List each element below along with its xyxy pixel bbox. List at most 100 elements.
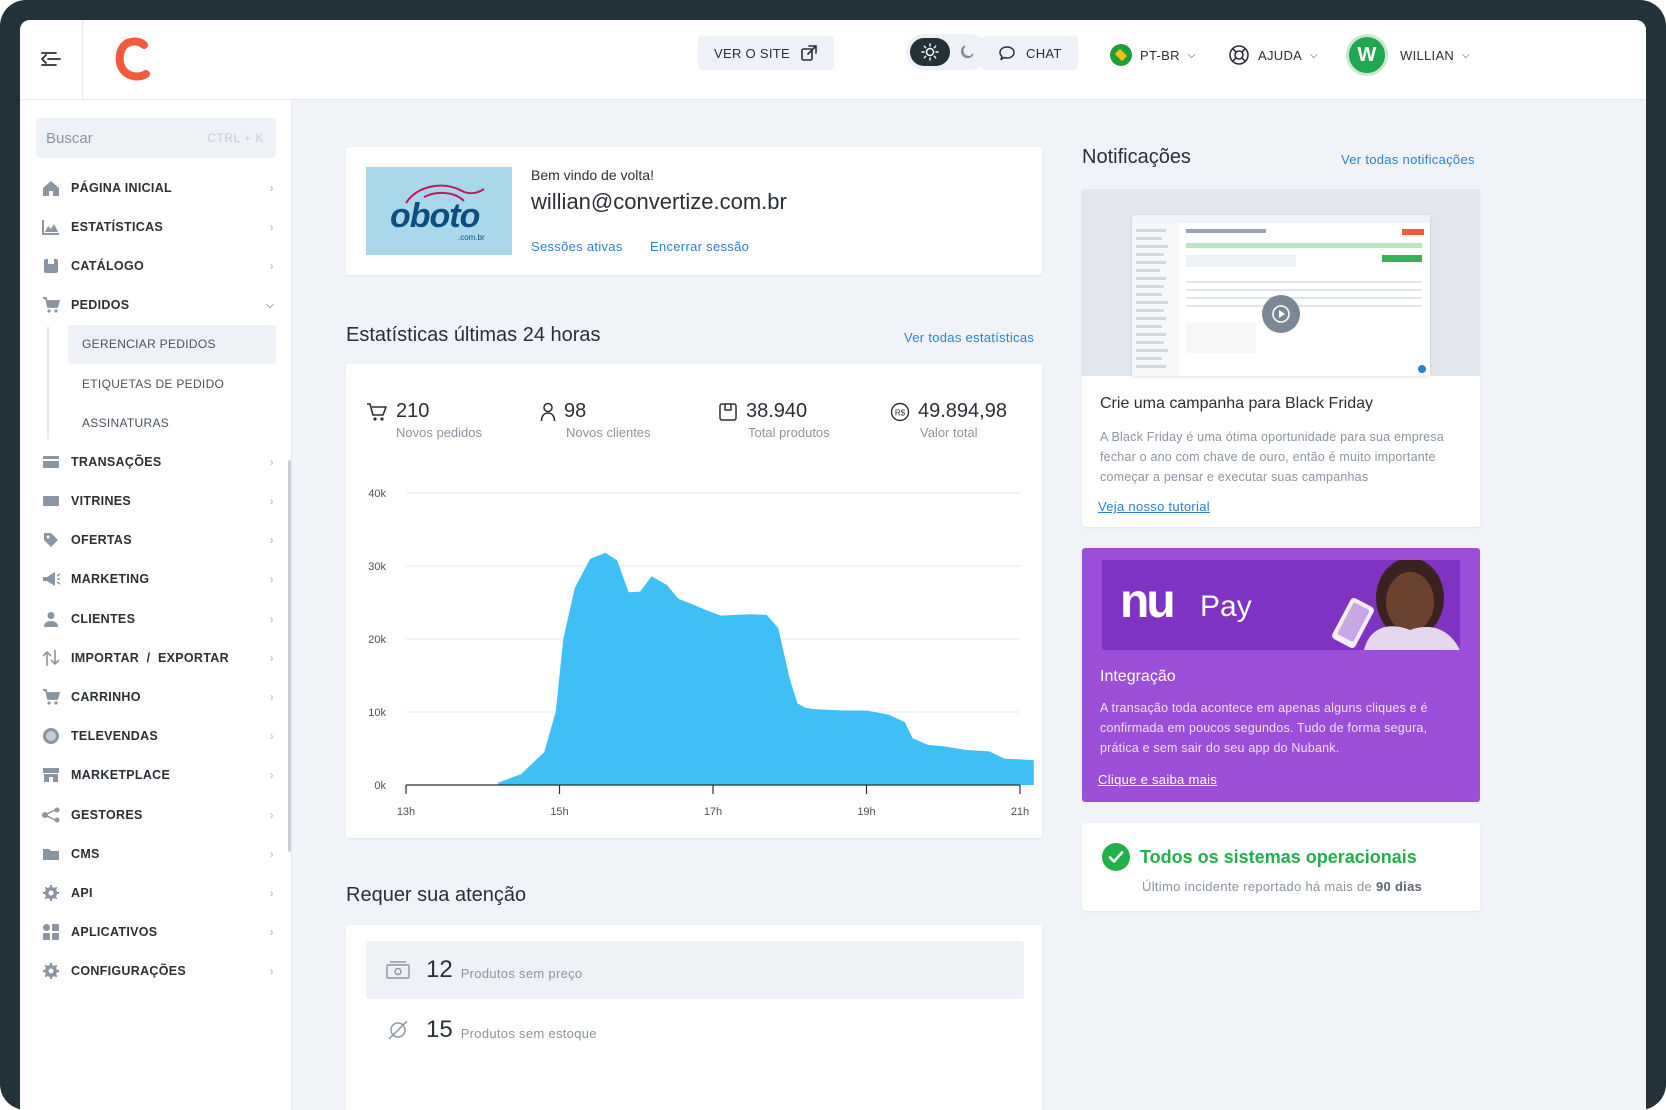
search-input[interactable]: Buscar CTRL + K: [36, 118, 276, 158]
sidebar-item-label: PEDIDOS: [71, 298, 130, 313]
chevron-right-icon: ›: [269, 846, 274, 861]
sidebar-item-label: MARKETING: [71, 572, 150, 587]
sidebar-item-clientes[interactable]: CLIENTES ›: [20, 599, 292, 638]
y-tick-label: 40k: [368, 488, 386, 500]
active-sessions-link[interactable]: Sessões ativas: [531, 239, 623, 254]
x-tick-label: 15h: [550, 806, 568, 818]
empty-set-icon: [388, 1020, 408, 1040]
all-stats-link[interactable]: Ver todas estatísticas: [904, 330, 1034, 345]
check-circle-icon: [1102, 843, 1130, 871]
submenu-item-assinaturas[interactable]: ASSINATURAS: [68, 403, 276, 442]
chat-button[interactable]: CHAT: [982, 36, 1078, 70]
sidebar-item-vitrines[interactable]: VITRINES ›: [20, 482, 292, 521]
chevron-down-icon: ⌵: [1462, 49, 1471, 61]
convertize-logo[interactable]: [112, 36, 156, 84]
all-notifications-link[interactable]: Ver todas notificações: [1341, 152, 1475, 167]
chevron-right-icon: ›: [269, 572, 274, 587]
moon-icon: [961, 45, 974, 58]
attention-item[interactable]: 15 Produtos sem estoque: [366, 1001, 1024, 1059]
sidebar-item-cms[interactable]: CMS ›: [20, 834, 292, 873]
user-name: WILLIAN: [1400, 47, 1455, 63]
money-icon: [386, 961, 410, 979]
user-icon: [40, 610, 62, 628]
sidebar-item-carrinho[interactable]: CARRINHO ›: [20, 677, 292, 716]
sidebar-item-estatisticas[interactable]: ESTATÍSTICAS ›: [20, 207, 292, 246]
attention-title: Requer sua atenção: [346, 884, 527, 906]
help-label: AJUDA: [1258, 47, 1303, 63]
chat-icon: [999, 45, 1015, 60]
sun-icon: [921, 43, 939, 61]
sidebar-item-marketplace[interactable]: MARKETPLACE ›: [20, 756, 292, 795]
chevron-right-icon: ›: [269, 494, 274, 509]
sidebar-item-label: TELEVENDAS: [71, 729, 159, 744]
sidebar-item-configuracoes[interactable]: CONFIGURAÇÕES ›: [20, 952, 292, 991]
sidebar-item-label: MARKETPLACE: [71, 768, 171, 783]
welcome-card: oboto .com.br Bem vindo de volta! willia…: [346, 147, 1042, 275]
sidebar-item-label: CONFIGURAÇÕES: [71, 964, 187, 979]
sidebar-nav: PÁGINA INICIAL › ESTATÍSTICAS › CATÁLOGO…: [20, 168, 292, 991]
attention-count: 15: [426, 1016, 453, 1043]
submenu-item-etiquetas-de-pedido[interactable]: ETIQUETAS DE PEDIDO: [68, 364, 276, 403]
sidebar-item-marketing[interactable]: MARKETING ›: [20, 560, 292, 599]
welcome-greeting: Bem vindo de volta!: [531, 167, 654, 183]
submenu-line: [47, 326, 49, 439]
chat-label: CHAT: [1026, 45, 1062, 61]
sidebar-item-api[interactable]: API ›: [20, 873, 292, 912]
sidebar-item-importar-exportar[interactable]: IMPORTAR / EXPORTAR ›: [20, 638, 292, 677]
language-label: PT-BR: [1140, 47, 1180, 63]
sidebar-item-label: CARRINHO: [71, 690, 141, 705]
attention-item[interactable]: 12 Produtos sem preço: [366, 941, 1024, 999]
attention-card: 12 Produtos sem preço 15 Produtos sem es…: [346, 925, 1042, 1110]
search-placeholder: Buscar: [46, 129, 93, 147]
cart-icon: [40, 296, 62, 314]
user-menu[interactable]: W WILLIAN ⌵: [1346, 30, 1470, 80]
chevron-down-icon: ⌵: [266, 299, 274, 311]
sidebar-item-aplicativos[interactable]: APLICATIVOS ›: [20, 913, 292, 952]
chevron-right-icon: ›: [269, 180, 274, 195]
sidebar-scrollbar[interactable]: [288, 460, 291, 852]
sidebar-item-transacoes[interactable]: TRANSAÇÕES ›: [20, 442, 292, 481]
menu-collapse-button[interactable]: [36, 44, 66, 74]
attention-count: 12: [426, 956, 453, 983]
tutorial-video[interactable]: [1082, 189, 1480, 376]
end-session-link[interactable]: Encerrar sessão: [650, 239, 749, 254]
language-selector[interactable]: PT-BR ⌵: [1110, 40, 1196, 70]
chevron-right-icon: ›: [269, 964, 274, 979]
nubank-logo-text: nu: [1120, 575, 1176, 628]
notifications-title: Notificações: [1082, 146, 1191, 168]
apps-icon: [40, 923, 62, 941]
chevron-down-icon: ⌵: [1187, 49, 1196, 61]
sidebar-item-label: PÁGINA INICIAL: [71, 180, 172, 195]
dark-mode-option[interactable]: [956, 42, 978, 62]
help-menu[interactable]: AJUDA ⌵: [1228, 40, 1318, 70]
menu-collapse-icon: [41, 52, 61, 66]
view-site-label: VER O SITE: [714, 45, 790, 61]
y-tick-label: 10k: [368, 707, 386, 719]
light-mode-option[interactable]: [910, 38, 950, 66]
gear-icon: [40, 962, 62, 980]
chevron-right-icon: ›: [269, 729, 274, 744]
chevron-right-icon: ›: [269, 533, 274, 548]
sidebar-item-pagina-inicial[interactable]: PÁGINA INICIAL ›: [20, 168, 292, 207]
submenu-item-gerenciar-pedidos[interactable]: GERENCIAR PEDIDOS: [68, 324, 276, 364]
share-icon: [40, 806, 62, 824]
top-bar: VER O SITE CHAT PT-BR ⌵ AJUDA ⌵ W WILLIA…: [20, 20, 1646, 100]
theme-toggle[interactable]: [906, 34, 988, 70]
play-button[interactable]: [1262, 295, 1300, 333]
sidebar-item-gestores[interactable]: GESTORES ›: [20, 795, 292, 834]
sidebar-item-pedidos[interactable]: PEDIDOS ⌵: [20, 286, 292, 325]
nubank-pay-text: Pay: [1200, 590, 1252, 623]
x-tick-label: 13h: [397, 806, 415, 818]
chevron-right-icon: ›: [269, 768, 274, 783]
nubank-text: A transação toda acontece em apenas algu…: [1100, 701, 1428, 755]
nubank-learn-more-link[interactable]: Clique e saiba mais: [1098, 772, 1217, 787]
y-tick-label: 30k: [368, 561, 386, 573]
tutorial-link[interactable]: Veja nosso tutorial: [1098, 499, 1210, 514]
sidebar-item-label: CMS: [71, 846, 100, 861]
view-site-button[interactable]: VER O SITE: [698, 36, 834, 70]
sidebar-item-televendas[interactable]: TELEVENDAS ›: [20, 717, 292, 756]
status-text-days: 90 dias: [1375, 879, 1423, 894]
sidebar-item-ofertas[interactable]: OFERTAS ›: [20, 521, 292, 560]
sidebar-item-catalogo[interactable]: CATÁLOGO ›: [20, 246, 292, 285]
sidebar-item-label: OFERTAS: [71, 533, 132, 548]
